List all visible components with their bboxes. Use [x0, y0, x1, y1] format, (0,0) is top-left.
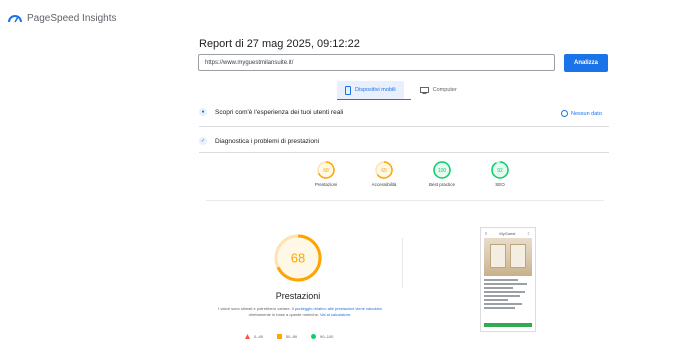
desc-text: I valori sono stimati e potrebbero varia… [218, 306, 295, 311]
diagnostics-section[interactable]: ✓ Diagnostica i problemi di prestazioni [199, 137, 609, 145]
phone-text-lines [481, 276, 535, 309]
phone-brand: MyGuest [499, 230, 516, 236]
diagnostics-label: Diagnostica i problemi di prestazioni [215, 137, 320, 145]
legend-average: 50–89 [276, 334, 298, 339]
app-title: PageSpeed Insights [27, 12, 117, 24]
svg-text:100: 100 [438, 168, 447, 174]
gauge-label: Prestazioni [314, 182, 338, 187]
panel-divider [402, 238, 403, 288]
gauge-best-practices[interactable]: 100 Best practice [424, 160, 460, 187]
window-shape [510, 244, 526, 268]
desc-link-calc[interactable]: punteggio relativo alle prestazioni vien… [295, 306, 382, 311]
score-gauges: 68 Prestazioni 65 Accessibilità 100 Best… [308, 160, 518, 187]
desc-link-calculator[interactable]: Vai al calcolatore. [320, 312, 351, 317]
menu-icon: ≡ [485, 230, 488, 236]
tab-desktop[interactable]: Computer [412, 81, 465, 99]
legend-range: 0–49 [254, 334, 263, 339]
info-icon [561, 110, 568, 117]
square-icon [276, 334, 282, 339]
section-divider [199, 152, 609, 153]
gauge-performance[interactable]: 68 Prestazioni [308, 160, 344, 187]
main-score-value: 68 [291, 251, 305, 266]
desktop-icon [419, 86, 429, 94]
gauge-seo[interactable]: 92 SEO [482, 160, 518, 187]
circle-icon [311, 334, 317, 339]
gauge-divider [206, 200, 604, 201]
moon-icon: ☾ [527, 230, 531, 236]
score-ring: 100 [433, 161, 451, 179]
tab-desktop-label: Computer [432, 87, 457, 93]
tab-mobile-label: Dispositivi mobili [355, 87, 396, 93]
section-divider [199, 126, 609, 127]
app-header: PageSpeed Insights [8, 10, 117, 26]
svg-text:92: 92 [497, 168, 503, 174]
pagespeed-logo-icon [8, 15, 22, 23]
report-title: Report di 27 mag 2025, 09:12:22 [199, 38, 360, 50]
svg-text:65: 65 [381, 168, 387, 174]
real-users-section[interactable]: ● Scopri com'è l'esperienza dei tuoi ute… [199, 108, 609, 116]
mobile-screenshot-preview: ≡ MyGuest ☾ [480, 227, 536, 332]
no-data-label: Nessun dato [571, 110, 602, 117]
tab-mobile[interactable]: Dispositivi mobili [337, 81, 404, 99]
diagnostics-icon: ✓ [199, 137, 207, 145]
svg-text:68: 68 [323, 168, 329, 174]
no-data-note: Nessun dato [561, 110, 602, 117]
gauge-label: Best practice [428, 182, 455, 187]
device-tabs: Dispositivi mobili Computer [337, 81, 465, 99]
window-shape [490, 244, 506, 268]
score-description: I valori sono stimati e potrebbero varia… [215, 306, 385, 317]
legend-pass: 90–100 [311, 334, 333, 339]
triangle-icon [245, 334, 250, 339]
score-ring: 65 [375, 161, 393, 179]
analyze-button[interactable]: Analizza [564, 54, 608, 72]
gauge-label: SEO [495, 182, 505, 187]
score-ring: 92 [491, 161, 509, 179]
phone-hero-image [484, 238, 532, 276]
legend-fail: 0–49 [245, 334, 263, 339]
phone-cta-button [484, 323, 532, 327]
gauge-accessibility[interactable]: 65 Accessibilità [366, 160, 402, 187]
users-icon: ● [199, 108, 207, 116]
legend-range: 90–100 [320, 334, 334, 339]
active-tab-indicator [337, 99, 411, 100]
gauge-label: Accessibilità [371, 182, 397, 187]
url-input[interactable]: https://www.myguestmilansuite.it/ [198, 54, 555, 71]
score-legend: 0–49 50–89 90–100 [245, 334, 333, 339]
main-score-gauge: 68 [274, 234, 322, 282]
phone-header: ≡ MyGuest ☾ [481, 228, 535, 238]
real-users-label: Scopri com'è l'esperienza dei tuoi utent… [215, 108, 344, 116]
score-ring: 68 [317, 161, 335, 179]
legend-range: 50–89 [285, 334, 298, 339]
smartphone-icon [345, 85, 351, 95]
main-score-label: Prestazioni [275, 291, 321, 301]
desc-text: direttamente in base a queste metriche. [248, 311, 321, 317]
